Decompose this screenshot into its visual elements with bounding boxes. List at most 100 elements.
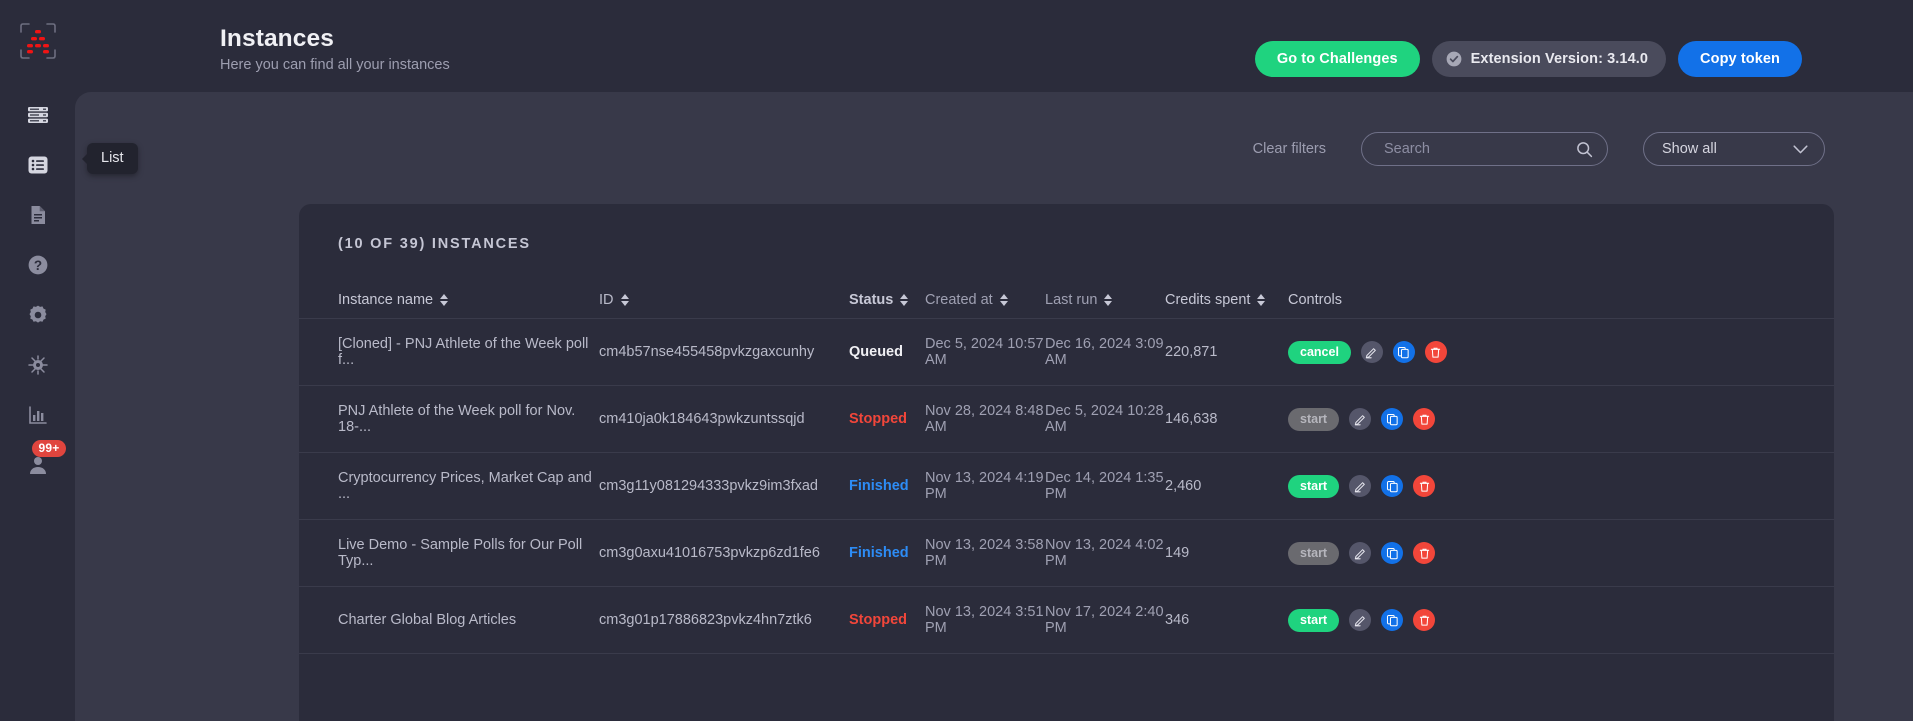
search-input[interactable]	[1384, 141, 1576, 157]
duplicate-button[interactable]	[1392, 341, 1415, 363]
check-circle-icon	[1446, 51, 1462, 67]
copy-icon-icon	[1398, 346, 1410, 358]
cell-credits-spent: 2,460	[1165, 452, 1288, 520]
sidebar-item-settings[interactable]	[15, 290, 61, 340]
column-last-run[interactable]: Last run	[1045, 282, 1165, 319]
column-created-at[interactable]: Created at	[925, 282, 1045, 319]
pencil-icon-icon	[1354, 548, 1365, 559]
column-credits-spent[interactable]: Credits spent	[1165, 282, 1288, 319]
pencil-icon-icon	[1354, 414, 1365, 425]
column-label: ID	[599, 292, 614, 308]
page-subtitle: Here you can find all your instances	[220, 57, 450, 73]
sidebar-item-debug[interactable]	[15, 340, 61, 390]
pencil-icon-icon	[1354, 615, 1365, 626]
table-row[interactable]: Charter Global Blog Articles cm3g01p17886…	[299, 586, 1834, 654]
cell-id: cm4b57nse455458pvkzgaxcunhy	[599, 318, 849, 386]
cell-credits-spent: 220,871	[1165, 318, 1288, 386]
sidebar-item-documents[interactable]	[15, 190, 61, 240]
extension-version-label: Extension Version: 3.14.0	[1470, 51, 1649, 67]
trash-icon-icon	[1419, 481, 1429, 492]
column-label: Credits spent	[1165, 292, 1251, 308]
duplicate-button[interactable]	[1381, 609, 1404, 631]
sort-icon[interactable]	[440, 293, 449, 307]
bug-icon	[27, 355, 48, 375]
row-action-button[interactable]: start	[1288, 541, 1340, 565]
sort-icon[interactable]	[1104, 293, 1113, 307]
cell-last-run: Dec 16, 2024 3:09 AM	[1045, 318, 1165, 386]
cell-credits-spent: 346	[1165, 586, 1288, 654]
delete-button[interactable]	[1413, 475, 1436, 497]
column-id[interactable]: ID	[599, 282, 849, 319]
cell-credits-spent: 146,638	[1165, 385, 1288, 453]
edit-button[interactable]	[1349, 542, 1372, 564]
instances-table: Instance name ID Status Created at Last …	[299, 282, 1834, 654]
cell-instance-name: Charter Global Blog Articles	[299, 586, 599, 654]
tooltip-label: List	[101, 150, 124, 166]
delete-button[interactable]	[1424, 341, 1447, 363]
search-icon[interactable]	[1576, 141, 1593, 158]
column-status[interactable]: Status	[849, 282, 925, 319]
sidebar-item-list[interactable]	[15, 140, 61, 190]
sort-icon[interactable]	[999, 293, 1008, 307]
table-row[interactable]: [Cloned] - PNJ Athlete of the Week poll …	[299, 318, 1834, 386]
delete-button[interactable]	[1413, 542, 1436, 564]
table-body: [Cloned] - PNJ Athlete of the Week poll …	[299, 318, 1834, 654]
trash-icon-icon	[1431, 347, 1441, 358]
cell-controls: start	[1288, 519, 1834, 587]
cell-created-at: Nov 13, 2024 4:19 PM	[925, 452, 1045, 520]
copy-token-button[interactable]: Copy token	[1678, 41, 1802, 77]
cell-id: cm3g11y081294333pvkz9im3fxad	[599, 452, 849, 520]
cell-created-at: Nov 13, 2024 3:51 PM	[925, 586, 1045, 654]
sort-icon[interactable]	[1257, 293, 1266, 307]
row-action-button[interactable]: start	[1288, 407, 1340, 431]
table-head: Instance name ID Status Created at Last …	[299, 282, 1834, 319]
cell-controls: start	[1288, 586, 1834, 654]
column-label: Last run	[1045, 292, 1098, 308]
row-action-button[interactable]: start	[1288, 474, 1340, 498]
duplicate-button[interactable]	[1381, 475, 1404, 497]
row-action-button[interactable]: start	[1288, 608, 1340, 632]
row-action-button[interactable]: cancel	[1288, 340, 1351, 364]
instances-count-title: (10 OF 39) INSTANCES	[338, 236, 531, 252]
edit-button[interactable]	[1349, 609, 1372, 631]
column-label: Created at	[925, 292, 993, 308]
edit-button[interactable]	[1349, 408, 1372, 430]
search-box[interactable]	[1361, 132, 1608, 166]
chart-icon	[28, 406, 47, 424]
sort-icon[interactable]	[620, 293, 629, 307]
sidebar-item-help[interactable]: ?	[15, 240, 61, 290]
cell-last-run: Nov 17, 2024 2:40 PM	[1045, 586, 1165, 654]
duplicate-button[interactable]	[1381, 408, 1404, 430]
delete-button[interactable]	[1413, 609, 1436, 631]
column-instance-name[interactable]: Instance name	[299, 282, 599, 319]
duplicate-button[interactable]	[1381, 542, 1404, 564]
cell-instance-name: PNJ Athlete of the Week poll for Nov. 18…	[299, 385, 599, 453]
trash-icon-icon	[1419, 414, 1429, 425]
app-logo[interactable]	[15, 18, 61, 64]
sidebar-item-servers[interactable]	[15, 90, 61, 140]
extension-version-button[interactable]: Extension Version: 3.14.0	[1431, 41, 1667, 77]
column-controls: Controls	[1288, 282, 1834, 319]
status-badge: Stopped	[849, 385, 925, 453]
cell-created-at: Nov 28, 2024 8:48 AM	[925, 385, 1045, 453]
go-to-challenges-button[interactable]: Go to Challenges	[1254, 41, 1420, 77]
edit-button[interactable]	[1349, 475, 1372, 497]
edit-button[interactable]	[1360, 341, 1383, 363]
cell-id: cm410ja0k184643pwkzuntssqjd	[599, 385, 849, 453]
delete-button[interactable]	[1413, 408, 1436, 430]
gear-icon	[29, 305, 46, 323]
sidebar-item-account[interactable]: 99+	[15, 440, 67, 490]
copy-icon-icon	[1386, 614, 1398, 626]
instances-card: (10 OF 39) INSTANCES Instance name ID St…	[299, 204, 1834, 721]
table-row[interactable]: Cryptocurrency Prices, Market Cap and ..…	[299, 452, 1834, 520]
table-row[interactable]: PNJ Athlete of the Week poll for Nov. 18…	[299, 385, 1834, 453]
trash-icon-icon	[1419, 615, 1429, 626]
sort-icon[interactable]	[900, 293, 909, 307]
clear-filters-button[interactable]: Clear filters	[1253, 141, 1326, 157]
notification-badge: 99+	[31, 440, 67, 457]
sidebar: ? 99+	[0, 0, 75, 721]
show-all-select[interactable]: Show all	[1643, 132, 1825, 166]
trash-icon-icon	[1419, 548, 1429, 559]
sidebar-item-analytics[interactable]	[15, 390, 61, 440]
table-row[interactable]: Live Demo - Sample Polls for Our Poll Ty…	[299, 519, 1834, 587]
